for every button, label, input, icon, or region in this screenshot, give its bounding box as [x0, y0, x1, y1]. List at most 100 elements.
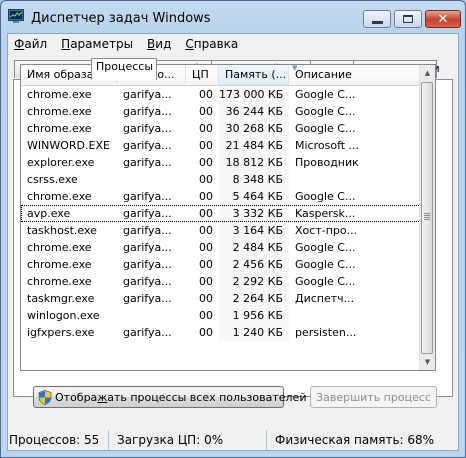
table-row[interactable]: csrss.exe 00 8 348 КБ [21, 171, 421, 188]
cell-memory: 2 456 КБ [219, 256, 289, 273]
process-rows: chrome.exe garifya... 00 173 000 КБ Google C… [21, 86, 421, 341]
cell-description [289, 307, 421, 324]
close-icon: ✕ [437, 11, 449, 27]
cell-user: garifya... [123, 292, 172, 305]
cell-image-name: csrss.exe [27, 173, 78, 186]
cell-description: Google C... [295, 241, 356, 254]
table-row[interactable]: taskmgr.exe garifya... 00 2 264 КБ Диспетч..… [21, 290, 421, 307]
cell-image-name: chrome.exe [27, 190, 92, 203]
scroll-down-icon[interactable]: ▼ [420, 354, 435, 370]
table-row[interactable]: avp.exe garifya... 00 3 332 КБ Kaspersk... [21, 205, 421, 222]
cell-cpu: 00 [199, 105, 213, 118]
menu-options-label: араметры [70, 37, 134, 51]
cell-user: garifya... [123, 105, 172, 118]
cell-description: Диспетч... [295, 292, 355, 305]
cell-image-name: taskmgr.exe [27, 292, 95, 305]
cell-image-name: avp.exe [27, 207, 71, 220]
menu-help[interactable]: Справка [178, 34, 245, 54]
cell-description: Google C... [295, 258, 356, 271]
cell-memory: 18 812 КБ [219, 154, 289, 171]
table-row[interactable]: chrome.exe garifya... 00 5 464 КБ Google C..… [21, 188, 421, 205]
show-all-prefix: Отобра [55, 390, 98, 404]
task-manager-window: Диспетчер задач Windows ✕ Файл Параметры… [0, 0, 466, 458]
cell-description: Google C... [295, 275, 356, 288]
tab-processes[interactable]: Процессы [91, 58, 157, 80]
cell-user: garifya... [123, 224, 172, 237]
table-row[interactable]: chrome.exe garifya... 00 2 484 КБ Google C..… [21, 239, 421, 256]
table-row[interactable]: taskhost.exe garifya... 00 3 164 КБ Хост-про… [21, 222, 421, 239]
table-row[interactable]: WINWORD.EXE garifya... 00 21 484 КБ Microsof… [21, 137, 421, 154]
vertical-scrollbar[interactable]: ▲ ▼ [419, 65, 435, 370]
minimize-button[interactable] [363, 10, 391, 28]
status-processes: Процессов: 55 [1, 430, 109, 450]
cell-memory: 21 484 КБ [219, 137, 289, 154]
table-row[interactable]: chrome.exe garifya... 00 36 244 КБ Google C.… [21, 103, 421, 120]
title-bar[interactable]: Диспетчер задач Windows ✕ [1, 1, 465, 33]
cell-memory: 5 464 КБ [219, 188, 289, 205]
status-physical-memory: Физическая память: 68% [275, 433, 435, 447]
menu-file[interactable]: Файл [8, 34, 54, 54]
cell-image-name: igfxpers.exe [27, 326, 95, 339]
table-row[interactable]: chrome.exe garifya... 00 30 268 КБ Google C.… [21, 120, 421, 137]
cell-user: garifya... [123, 241, 172, 254]
table-row[interactable]: igfxpers.exe garifya... 00 1 240 КБ persiste… [21, 324, 421, 341]
table-row[interactable]: chrome.exe garifya... 00 173 000 КБ Google C… [21, 86, 421, 103]
cell-description: Microsoft ... [295, 139, 360, 152]
column-header-description[interactable]: Описание [289, 65, 421, 85]
show-all-processes-button[interactable]: Отображать процессы всех пользователей [33, 386, 306, 408]
table-row[interactable]: chrome.exe garifya... 00 2 292 КБ Google C..… [21, 273, 421, 290]
scrollbar-grip-icon [424, 213, 430, 221]
show-all-processes-label: Отображать процессы всех пользователей [55, 391, 306, 404]
cell-image-name: chrome.exe [27, 105, 92, 118]
cell-memory: 3 164 КБ [219, 222, 289, 239]
menu-options-mnemonic: П [61, 37, 71, 51]
cell-image-name: chrome.exe [27, 122, 92, 135]
table-row[interactable]: explorer.exe garifya... 00 18 812 КБ Проводн… [21, 154, 421, 171]
cell-description: Google C... [295, 190, 356, 203]
scroll-up-icon[interactable]: ▲ [420, 65, 435, 81]
cell-description: persisten... [295, 326, 357, 339]
cell-cpu: 00 [199, 326, 213, 339]
show-all-suffix: ать процессы всех пользователей [107, 390, 307, 404]
close-button[interactable]: ✕ [425, 10, 461, 28]
cell-memory: 1 956 КБ [219, 307, 289, 324]
maximize-icon [403, 15, 413, 23]
cell-memory: 173 000 КБ [219, 86, 289, 103]
column-header-memory[interactable]: Память (... [219, 65, 289, 85]
cell-user: garifya... [123, 156, 172, 169]
menu-file-label: айл [24, 37, 48, 51]
cell-user [117, 171, 186, 188]
menu-view[interactable]: Вид [140, 34, 178, 54]
process-list[interactable]: Имя образа Пользо... ЦП Память (... Опис… [20, 64, 436, 371]
cell-description: Google C... [295, 122, 356, 135]
end-process-button[interactable]: Завершить процесс [310, 386, 437, 408]
cell-memory: 36 244 КБ [219, 103, 289, 120]
cell-image-name: chrome.exe [27, 258, 92, 271]
table-row[interactable]: chrome.exe garifya... 00 2 456 КБ Google C..… [21, 256, 421, 273]
cell-user: garifya... [123, 122, 172, 135]
cell-memory: 2 292 КБ [219, 273, 289, 290]
cell-cpu: 00 [199, 258, 213, 271]
list-header: Имя образа Пользо... ЦП Память (... Опис… [21, 65, 421, 86]
cell-description: Проводник [295, 156, 359, 169]
menu-options[interactable]: Параметры [54, 34, 140, 54]
cell-image-name: chrome.exe [27, 241, 92, 254]
cell-cpu: 00 [199, 139, 213, 152]
cell-description [289, 171, 421, 188]
cell-cpu: 00 [199, 275, 213, 288]
cell-user: garifya... [123, 190, 172, 203]
cell-image-name: chrome.exe [27, 88, 92, 101]
cell-cpu: 00 [199, 88, 213, 101]
cell-cpu: 00 [199, 292, 213, 305]
cell-cpu: 00 [199, 309, 213, 322]
maximize-button[interactable] [394, 10, 422, 28]
cell-user: garifya... [123, 275, 172, 288]
table-row[interactable]: winlogon.exe 00 1 956 КБ [21, 307, 421, 324]
show-all-mnemonic: ж [97, 390, 108, 404]
cell-image-name: chrome.exe [27, 275, 92, 288]
cell-cpu: 00 [199, 207, 213, 220]
menu-bar: Файл Параметры Вид Справка [8, 34, 245, 54]
cell-user: garifya... [123, 326, 172, 339]
column-header-cpu[interactable]: ЦП [186, 65, 219, 85]
scrollbar-thumb[interactable] [421, 82, 433, 354]
